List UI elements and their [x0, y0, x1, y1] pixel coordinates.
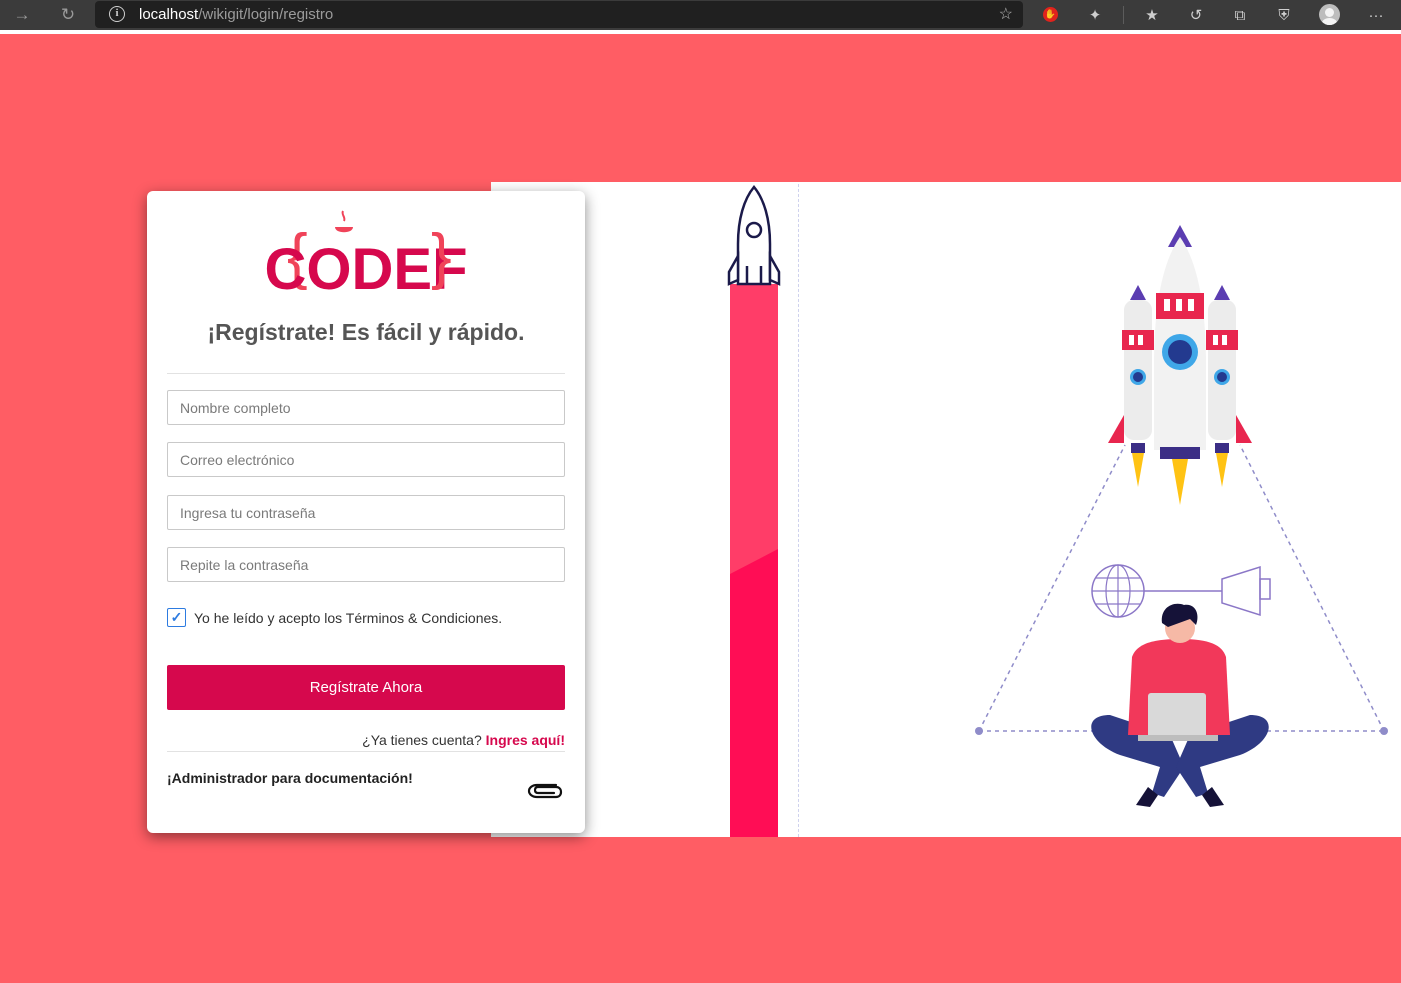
login-prompt: ¿Ya tienes cuenta? Ingres aquí!	[362, 732, 565, 748]
rocket-launch-illustration	[975, 225, 1388, 807]
codef-logo: { CODEF }	[265, 210, 468, 299]
svg-text:}: }	[431, 222, 452, 291]
favorite-add-icon[interactable]: ☆	[999, 4, 1013, 24]
checkmark-icon: ✓	[170, 609, 183, 625]
history-icon[interactable]: ↺	[1184, 3, 1208, 27]
rocket-track-illustration	[727, 185, 781, 837]
reload-icon[interactable]: ↻	[52, 0, 84, 30]
repeat-password-field[interactable]	[167, 547, 565, 582]
registration-card: { CODEF } ¡Regístrate! Es fácil y rápido…	[147, 191, 585, 833]
paperclip-icon[interactable]	[526, 776, 564, 804]
favorites-icon[interactable]: ★	[1140, 3, 1164, 27]
url-host: localhost	[139, 6, 199, 23]
terms-row: ✓ Yo he leído y acepto los Términos & Co…	[167, 608, 502, 627]
address-bar[interactable]: i localhost/wikigit/login/registro ☆	[95, 1, 1023, 28]
url-path: /wikigit/login/registro	[198, 6, 334, 23]
full-name-field[interactable]	[167, 390, 565, 425]
page-title: ¡Regístrate! Es fácil y rápido.	[207, 319, 525, 345]
email-field[interactable]	[167, 442, 565, 477]
login-prompt-text: ¿Ya tienes cuenta?	[362, 732, 482, 748]
browser-toolbar: → ↻ i localhost/wikigit/login/registro ☆…	[0, 0, 1401, 30]
register-button[interactable]: Regístrate Ahora	[167, 665, 565, 710]
password-field[interactable]	[167, 495, 565, 530]
collections-icon[interactable]: ⧉	[1228, 3, 1252, 27]
admin-docs-link[interactable]: ¡Administrador para documentación!	[167, 770, 413, 786]
terms-label: Yo he leído y acepto los Términos & Cond…	[194, 609, 503, 626]
info-icon[interactable]: i	[109, 6, 125, 22]
login-link[interactable]: Ingres aquí!	[486, 732, 565, 748]
profile-avatar-icon[interactable]	[1319, 4, 1340, 25]
dashed-divider	[798, 184, 799, 837]
title-divider	[167, 373, 565, 374]
more-icon[interactable]: ···	[1364, 3, 1388, 27]
terms-checkbox[interactable]: ✓	[167, 608, 186, 627]
back-arrow-icon[interactable]: →	[6, 0, 38, 30]
extension-icon[interactable]: ✦	[1083, 3, 1107, 27]
shield-icon[interactable]: ⛨	[1272, 3, 1296, 27]
adblock-icon[interactable]: ✋	[1043, 7, 1058, 22]
footer-divider	[167, 751, 565, 752]
toolbar-separator	[1123, 6, 1124, 24]
address-url[interactable]: localhost/wikigit/login/registro	[139, 6, 333, 23]
